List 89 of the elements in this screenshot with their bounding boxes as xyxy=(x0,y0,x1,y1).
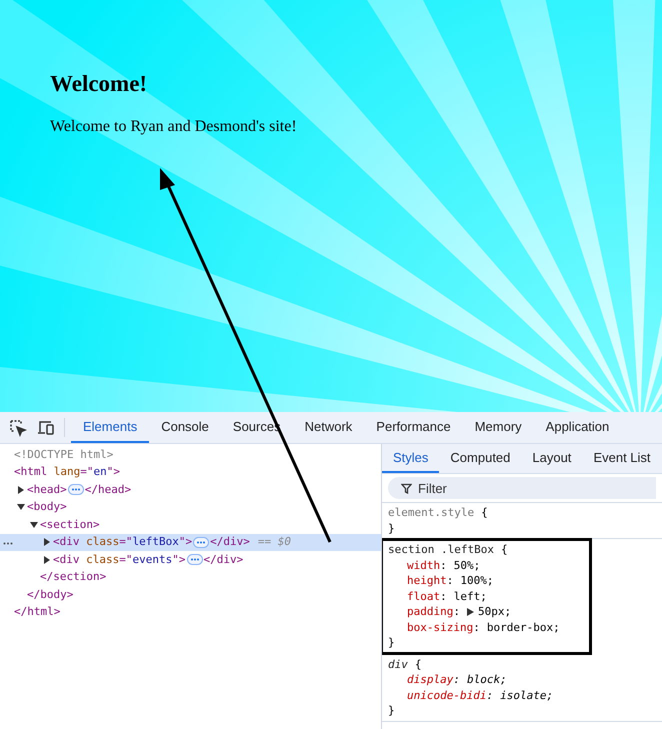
css-property: padding xyxy=(407,604,454,620)
code-token: <div xyxy=(53,552,80,568)
code-token: <!DOCTYPE html> xyxy=(14,446,114,462)
code-token: <html xyxy=(14,464,48,480)
code-token: </head> xyxy=(84,482,132,498)
css-value: 50px; xyxy=(478,604,512,620)
collapsed-triangle-icon[interactable] xyxy=(43,556,51,564)
css-property: float xyxy=(407,588,440,604)
ellipsis-icon[interactable] xyxy=(193,536,210,548)
code-token: </div> xyxy=(210,534,250,550)
code-token: "> xyxy=(106,464,120,480)
tree-row[interactable]: <div class="leftBox"> </div> == $0 xyxy=(0,534,381,551)
colon: : xyxy=(440,588,447,604)
code-token: leftBox xyxy=(132,534,179,550)
code-token: <head> xyxy=(27,482,67,498)
collapsed-triangle-icon[interactable] xyxy=(43,538,51,546)
brace: } xyxy=(388,703,395,718)
css-selector: section .leftBox xyxy=(388,542,494,558)
code-token: en xyxy=(94,464,107,480)
code-token: </html> xyxy=(14,604,60,620)
ellipsis-icon[interactable] xyxy=(186,554,202,566)
expanded-triangle-icon[interactable] xyxy=(30,520,38,529)
devtools-tab[interactable]: Memory xyxy=(462,412,534,443)
styles-tab[interactable]: Computed xyxy=(439,444,522,473)
brace: } xyxy=(388,520,395,536)
css-property: display xyxy=(407,672,454,688)
code-token: </body> xyxy=(27,586,74,602)
brace: { xyxy=(414,656,422,672)
devtools-tab[interactable]: Application xyxy=(534,412,622,443)
code-token: "> xyxy=(178,534,192,550)
css-property: unicode-bidi xyxy=(407,688,486,703)
tree-row[interactable]: <!DOCTYPE html> xyxy=(0,446,381,464)
code-token: "> xyxy=(172,552,186,568)
code-token: <div xyxy=(53,534,80,550)
filter-field[interactable]: Filter xyxy=(388,477,656,499)
code-token: class xyxy=(85,534,120,550)
styles-tab[interactable]: Styles xyxy=(382,444,440,473)
expand-triangle-icon[interactable] xyxy=(466,608,474,616)
css-value: isolate; xyxy=(500,688,554,703)
css-selector: div xyxy=(388,656,408,672)
colon: : xyxy=(453,672,460,688)
styles-tab[interactable]: Event List xyxy=(582,444,662,473)
styles-tab[interactable]: Layout xyxy=(521,444,582,473)
css-value: 50%; xyxy=(454,558,480,573)
tree-row[interactable]: <body> xyxy=(0,498,381,516)
brace: { xyxy=(481,505,488,520)
filter-icon xyxy=(401,483,412,494)
colon: : xyxy=(446,573,454,588)
code-token: =" xyxy=(80,464,94,480)
tree-row[interactable]: <section> xyxy=(0,516,381,534)
css-property: width xyxy=(407,558,440,573)
css-value: border-box; xyxy=(486,620,560,635)
code-token: <section> xyxy=(40,516,100,532)
more-icon[interactable] xyxy=(3,542,13,544)
css-value: block; xyxy=(466,672,507,688)
css-property: height xyxy=(407,573,447,588)
code-token: </div> xyxy=(204,552,244,568)
brace: } xyxy=(388,635,395,650)
devtools-tab[interactable]: Console xyxy=(149,412,221,443)
selected-marker: == $0 xyxy=(258,534,291,550)
colon: : xyxy=(473,620,480,635)
code-token: events xyxy=(132,552,172,568)
devtools-tab[interactable]: Elements xyxy=(71,412,150,443)
page-paragraph: Welcome to Ryan and Desmond's site! xyxy=(50,116,297,137)
brace: { xyxy=(500,542,508,558)
expanded-triangle-icon[interactable] xyxy=(17,503,25,512)
tree-row[interactable]: <head> </head> xyxy=(0,481,381,498)
css-property: box-sizing xyxy=(407,620,474,635)
colon: : xyxy=(453,604,460,620)
code-token: <body> xyxy=(27,499,67,515)
code-token: </section> xyxy=(40,569,106,585)
css-value: left; xyxy=(454,588,487,604)
device-toggle-icon[interactable] xyxy=(37,420,55,436)
code-token: =" xyxy=(119,534,132,550)
inspect-icon[interactable] xyxy=(9,418,27,436)
code-token: class xyxy=(85,552,120,568)
css-selector: element.style xyxy=(388,505,474,520)
devtools-tab[interactable]: Performance xyxy=(364,412,463,443)
colon: : xyxy=(440,558,447,573)
colon: : xyxy=(486,688,494,703)
collapsed-triangle-icon[interactable] xyxy=(17,486,25,494)
page-heading: Welcome! xyxy=(50,70,148,98)
ellipsis-icon[interactable] xyxy=(68,484,84,496)
devtools-tab[interactable]: Network xyxy=(292,412,364,443)
tree-row[interactable]: <div class="events"> </div> xyxy=(0,551,381,568)
tree-row[interactable]: <html lang="en"> xyxy=(0,464,381,481)
code-token: lang xyxy=(52,464,80,480)
code-token: =" xyxy=(119,552,132,568)
css-value: 100%; xyxy=(460,573,494,588)
